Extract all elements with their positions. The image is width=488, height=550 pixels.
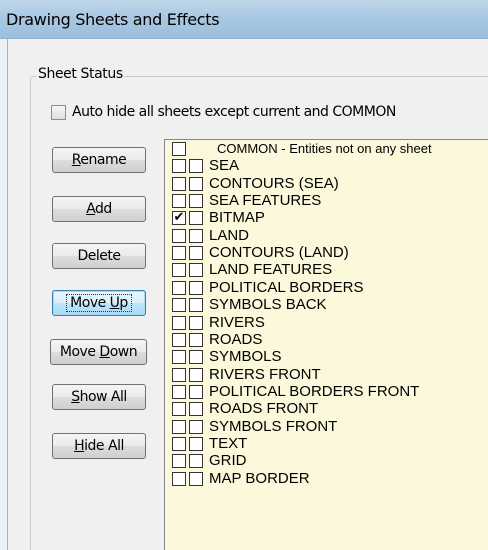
sheet-secondary-checkbox[interactable] [189,454,203,469]
sheet-name-label: SEA [209,157,240,175]
sheet-list-item[interactable]: SEA FEATURES [165,192,488,209]
sheet-name-label: TEXT [209,434,248,452]
show-all-button[interactable]: Show All [52,384,146,410]
sheet-visible-checkbox[interactable] [172,332,186,347]
sheet-list-item[interactable]: POLITICAL BORDERS [165,279,488,296]
sheet-secondary-checkbox[interactable] [189,246,203,261]
sheet-name-label: SEA FEATURES [209,192,322,210]
sheet-visible-checkbox[interactable] [172,367,186,382]
sheet-list-item[interactable]: SYMBOLS [165,348,488,365]
sheet-name-label: GRID [209,452,247,470]
sheet-visible-checkbox[interactable] [172,471,186,486]
sheet-name-label: SYMBOLS [209,348,282,366]
sheet-list-item[interactable]: SEA [165,157,488,174]
sheet-list-item[interactable]: ROADS [165,331,488,348]
sheet-list-item[interactable]: TEXT [165,435,488,452]
sheet-secondary-checkbox[interactable] [189,402,203,417]
sheet-list-item[interactable]: MAP BORDER [165,470,488,487]
sheet-name-label: RIVERS [209,313,265,331]
sheet-status-label: Sheet Status [36,66,125,82]
sheet-name-label: MAP BORDER [209,469,310,487]
sheet-visible-checkbox[interactable] [172,246,186,261]
sheet-visible-checkbox[interactable] [172,454,186,469]
sheet-list-item[interactable]: POLITICAL BORDERS FRONT [165,383,488,400]
sheet-visible-checkbox[interactable] [172,194,186,209]
sheet-visible-checkbox[interactable] [172,228,186,243]
sheet-secondary-checkbox[interactable] [189,211,203,226]
sheet-list-item[interactable]: GRID [165,452,488,469]
sheet-visible-checkbox[interactable] [172,315,186,330]
sheet-visible-checkbox[interactable] [172,436,186,451]
sheet-name-label: LAND FEATURES [209,261,333,279]
move-down-button[interactable]: Move Down [50,339,147,365]
sheet-visible-checkbox[interactable] [172,384,186,399]
sheet-secondary-checkbox[interactable] [189,332,203,347]
sheet-secondary-checkbox[interactable] [189,298,203,313]
auto-hide-label: Auto hide all sheets except current and … [72,104,396,120]
sheet-list-item[interactable]: CONTOURS (LAND) [165,244,488,261]
focus-rectangle: Move Up [66,294,132,312]
sheet-secondary-checkbox[interactable] [189,194,203,209]
sheet-visible-checkbox[interactable] [172,142,186,156]
sheet-secondary-checkbox[interactable] [189,176,203,191]
sheet-visible-checkbox[interactable] [172,350,186,365]
sheet-visible-checkbox[interactable] [172,176,186,191]
sheet-name-label: ROADS FRONT [209,400,319,418]
sheet-name-label: ROADS [209,330,263,348]
sheet-secondary-checkbox[interactable] [189,436,203,451]
sheet-name-label: CONTOURS (SEA) [209,174,339,192]
auto-hide-checkbox[interactable] [51,104,66,120]
hide-all-button[interactable]: Hide All [52,433,146,459]
sheet-list-item[interactable]: COMMON - Entities not on any sheet [165,140,488,157]
sheet-name-label: POLITICAL BORDERS FRONT [209,382,420,400]
sheet-visible-checkbox[interactable] [172,280,186,295]
sheet-listbox[interactable]: COMMON - Entities not on any sheet SEA CON… [164,139,488,550]
rename-button[interactable]: Rename [52,147,146,173]
sheet-list-item[interactable]: ✔ BITMAP [165,209,488,226]
sheet-visible-checkbox[interactable] [172,159,186,174]
sheet-secondary-checkbox[interactable] [189,280,203,295]
sheet-list-item[interactable]: ROADS FRONT [165,400,488,417]
sheet-list-item[interactable]: SYMBOLS FRONT [165,418,488,435]
sheet-name-label: CONTOURS (LAND) [209,244,349,262]
sheet-secondary-checkbox[interactable] [189,419,203,434]
auto-hide-option[interactable]: Auto hide all sheets except current and … [51,102,396,122]
sheet-secondary-checkbox[interactable] [189,367,203,382]
sheet-list-item[interactable]: LAND FEATURES [165,261,488,278]
sheet-visible-checkbox[interactable] [172,402,186,417]
sheet-secondary-checkbox[interactable] [189,315,203,330]
sheet-list-item[interactable]: RIVERS [165,314,488,331]
sheet-list-item[interactable]: LAND [165,227,488,244]
title-bar[interactable]: Drawing Sheets and Effects [0,0,488,39]
sheet-secondary-checkbox[interactable] [189,159,203,174]
delete-button[interactable]: Delete [52,243,146,269]
sheet-secondary-checkbox[interactable] [189,350,203,365]
sheet-secondary-checkbox[interactable] [189,384,203,399]
sheet-list-item[interactable]: SYMBOLS BACK [165,296,488,313]
sheet-name-label: RIVERS FRONT [209,365,321,383]
sheet-list-item[interactable]: RIVERS FRONT [165,366,488,383]
sheet-name-label: COMMON - Entities not on any sheet [217,141,432,156]
sheet-visible-checkbox[interactable] [172,419,186,434]
sheet-list-item[interactable]: CONTOURS (SEA) [165,175,488,192]
move-up-button[interactable]: Move Up [52,290,146,316]
sheet-name-label: BITMAP [209,209,265,227]
sheet-visible-checkbox[interactable]: ✔ [172,211,186,226]
dialog-window: Drawing Sheets and Effects Sheet Status … [0,0,488,550]
sheet-secondary-checkbox[interactable] [189,228,203,243]
sheet-secondary-checkbox[interactable] [189,471,203,486]
sheet-secondary-checkbox[interactable] [189,263,203,278]
sheet-name-label: SYMBOLS BACK [209,296,327,314]
window-title: Drawing Sheets and Effects [6,10,220,29]
sheet-name-label: POLITICAL BORDERS [209,278,364,296]
sheet-name-label: LAND [209,226,250,244]
sheet-visible-checkbox[interactable] [172,298,186,313]
add-button[interactable]: Add [52,196,146,222]
sheet-name-label: SYMBOLS FRONT [209,417,338,435]
sheet-visible-checkbox[interactable] [172,263,186,278]
